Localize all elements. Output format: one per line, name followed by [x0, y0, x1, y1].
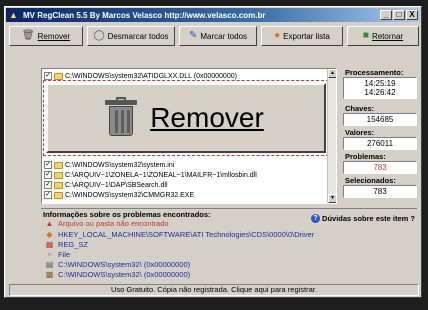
exportar-label: Exportar lista: [283, 31, 330, 41]
app-icon: ▲: [9, 10, 18, 20]
app-window: ▲ MV RegClean 5.5 By Marcos Velasco http…: [4, 6, 422, 298]
valores-panel: Valores: 276011: [343, 128, 417, 150]
selecionados-label: Selecionados:: [345, 176, 396, 185]
marcar-todos-button[interactable]: ✎ Marcar todos: [179, 26, 257, 46]
computer-icon: ▩: [45, 270, 54, 279]
status-text: Uso Gratuito. Cópia não registrada. Cliq…: [111, 285, 317, 294]
selecionados-value: 783: [343, 185, 417, 198]
left-panel: [7, 51, 35, 281]
file-icon: ▫: [48, 250, 51, 259]
list-item-label: C:\WINDOWS\system32\system.ini: [65, 161, 175, 169]
registry-key-icon: ◆: [46, 230, 53, 239]
help-link[interactable]: ? Dúvidas sobre este item ?: [311, 214, 415, 223]
selecionados-panel: Selecionados: 783: [343, 176, 417, 198]
list-item-label: C:\ARQUIV~1\ZONELA~1\ZONEAL~1\MAILFR~1\m…: [65, 171, 257, 179]
big-remover-label: Remover: [150, 102, 264, 133]
folder-icon: [54, 171, 63, 179]
value-type-icon: ▦: [45, 240, 54, 249]
value-data-text: C:\WINDOWS\system32\ (0x00000000): [58, 260, 191, 269]
marcar-label: Marcar todos: [200, 31, 248, 41]
list-item-label: C:\WINDOWS\system32\CMMGR32.EXE: [65, 191, 195, 199]
check-all-icon: ✎: [188, 30, 198, 41]
problemas-value: 783: [343, 161, 417, 174]
chaves-panel: Chaves: 154685: [343, 104, 417, 126]
list-item[interactable]: ✓ C:\WINDOWS\system32\system.ini: [44, 160, 174, 170]
info-row-name: ▫ File: [45, 250, 70, 259]
problems-list[interactable]: ✓ C:\WINDOWS\system32\ATIDGLXX.DLL (0x00…: [41, 68, 337, 204]
chaves-value: 154685: [343, 113, 417, 126]
remover-button[interactable]: 🗑 Remover: [9, 26, 83, 46]
checkbox[interactable]: ✓: [44, 161, 52, 169]
scroll-up-icon[interactable]: ▲: [328, 69, 336, 78]
end-time: 14:26:42: [364, 88, 396, 97]
minimize-button[interactable]: _: [380, 10, 392, 20]
checkbox[interactable]: ✓: [44, 181, 52, 189]
valores-label: Valores:: [345, 128, 375, 137]
checkbox[interactable]: ✓: [44, 72, 52, 80]
warning-icon: ▲: [45, 219, 54, 228]
info-row-type: ▦ REG_SZ: [45, 240, 88, 249]
processamento-panel: Processamento: 14:25:19 14:26:42: [343, 68, 417, 99]
folder-icon: [54, 191, 63, 199]
info-row-error: ▲ Arquivo ou pasta não encontrado: [45, 219, 169, 228]
checkbox[interactable]: ✓: [44, 191, 52, 199]
folder-icon: [54, 161, 63, 169]
document-icon: ▤: [45, 260, 54, 269]
toolbar: 🗑 Remover ◯ Desmarcar todos ✎ Marcar tod…: [9, 26, 419, 48]
window-controls: _ □ X: [380, 10, 418, 20]
close-button[interactable]: X: [406, 10, 418, 20]
path-text: C:\WINDOWS\system32\ (0x00000000): [58, 270, 191, 279]
list-item-label: C:\ARQUIV~1\DAP\SBSearch.dll: [65, 181, 168, 189]
problemas-label: Problemas:: [345, 152, 386, 161]
return-icon: ■: [362, 30, 369, 41]
problemas-panel: Problemas: 783: [343, 152, 417, 174]
start-time: 14:25:19: [364, 79, 396, 88]
trash-can-icon: [105, 97, 138, 136]
scroll-down-icon[interactable]: ▼: [328, 194, 336, 203]
info-title: Informações sobre os problemas encontrad…: [43, 210, 211, 219]
processamento-label: Processamento:: [345, 68, 404, 77]
help-icon: ?: [311, 214, 321, 223]
valores-value: 276011: [343, 137, 417, 150]
status-bar[interactable]: Uso Gratuito. Cópia não registrada. Cliq…: [9, 284, 419, 296]
export-icon: ●: [274, 30, 281, 41]
info-panel: Informações sobre os problemas encontrad…: [41, 208, 417, 282]
help-label: Dúvidas sobre este item ?: [322, 214, 415, 223]
folder-icon: [54, 181, 63, 189]
list-item-label: C:\WINDOWS\system32\ATIDGLXX.DLL (0x0000…: [65, 72, 237, 80]
window-title: MV RegClean 5.5 By Marcos Velasco http:/…: [23, 10, 266, 20]
desmarcar-todos-button[interactable]: ◯ Desmarcar todos: [87, 26, 175, 46]
exportar-lista-button[interactable]: ● Exportar lista: [261, 26, 343, 46]
list-item[interactable]: ✓ C:\WINDOWS\system32\ATIDGLXX.DLL (0x00…: [44, 71, 237, 81]
list-item[interactable]: ✓ C:\WINDOWS\system32\CMMGR32.EXE: [44, 190, 194, 200]
desmarcar-label: Desmarcar todos: [107, 31, 169, 41]
registry-key-text: HKEY_LOCAL_MACHINE\SOFTWARE\ATI Technolo…: [58, 230, 315, 239]
folder-icon: [54, 72, 63, 80]
retornar-label: Retornar: [371, 31, 404, 41]
big-remover-button[interactable]: Remover: [43, 80, 329, 156]
checkbox[interactable]: ✓: [44, 171, 52, 179]
remover-label: Remover: [37, 31, 71, 41]
value-name-text: File: [58, 250, 71, 259]
processamento-box: 14:25:19 14:26:42: [343, 77, 417, 99]
list-item[interactable]: ✓ C:\ARQUIV~1\ZONELA~1\ZONEAL~1\MAILFR~1…: [44, 170, 257, 180]
info-row-data: ▤ C:\WINDOWS\system32\ (0x00000000): [45, 260, 190, 269]
list-scrollbar[interactable]: ▲ ▼: [327, 69, 336, 203]
title-bar: ▲ MV RegClean 5.5 By Marcos Velasco http…: [6, 8, 420, 22]
list-item[interactable]: ✓ C:\ARQUIV~1\DAP\SBSearch.dll: [44, 180, 168, 190]
trash-icon: 🗑: [21, 30, 35, 41]
value-type-text: REG_SZ: [58, 240, 89, 249]
maximize-button[interactable]: □: [393, 10, 405, 20]
info-row-key: ◆ HKEY_LOCAL_MACHINE\SOFTWARE\ATI Techno…: [45, 230, 314, 239]
retornar-button[interactable]: ■ Retornar: [347, 26, 419, 46]
chaves-label: Chaves:: [345, 104, 375, 113]
uncheck-icon: ◯: [93, 30, 105, 41]
info-row-path: ▩ C:\WINDOWS\system32\ (0x00000000): [45, 270, 190, 279]
error-text: Arquivo ou pasta não encontrado: [58, 219, 169, 228]
